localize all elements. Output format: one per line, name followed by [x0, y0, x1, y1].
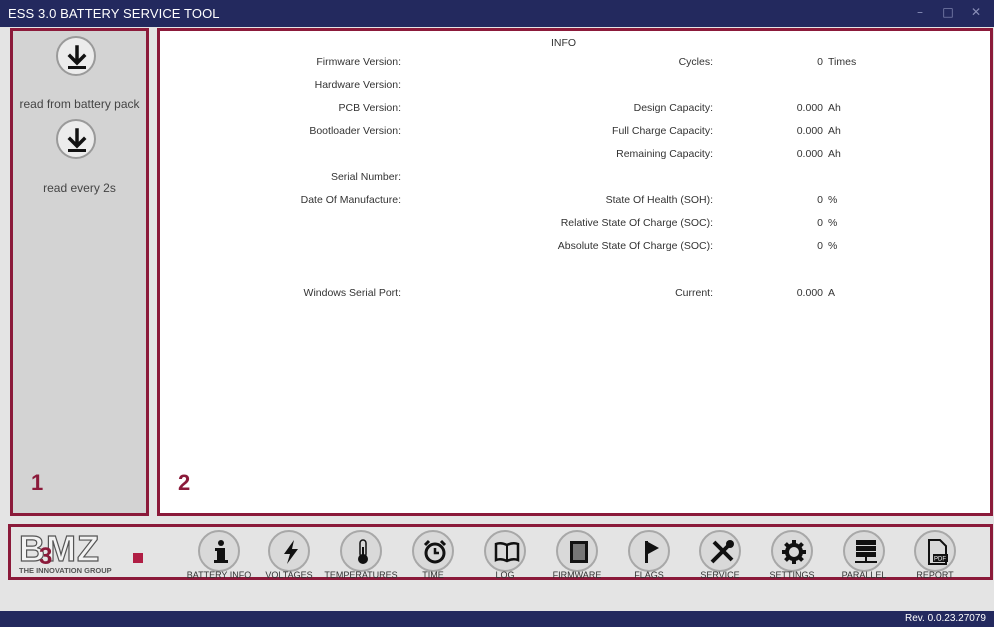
design-capacity-label: Design Capacity: [633, 102, 713, 114]
full-charge-capacity-unit: Ah [828, 125, 841, 137]
remaining-capacity-value: 0.000 [796, 148, 823, 160]
hardware-version-label: Hardware Version: [314, 79, 401, 91]
voltages-button[interactable]: VOLTAGES [254, 527, 324, 580]
window-title: ESS 3.0 BATTERY SERVICE TOOL [8, 6, 220, 21]
revision-text: Rev. 0.0.23.27079 [905, 613, 986, 624]
read-from-pack-button[interactable] [56, 36, 96, 76]
sidebar-panel: read from battery pack read every 2s 1 [10, 28, 149, 516]
flag-icon [645, 541, 659, 563]
relative-soc-value: 0 [817, 217, 823, 229]
current-value: 0.000 [796, 287, 823, 299]
absolute-soc-unit: % [828, 240, 838, 252]
bmz-logo: BMZ THE INNOVATION GROUP 3 [17, 527, 167, 575]
logo-tagline: THE INNOVATION GROUP [19, 566, 112, 575]
lightning-icon [284, 540, 298, 564]
logo-text: BMZ [19, 531, 100, 569]
tools-icon [710, 540, 734, 564]
download-icon [67, 45, 87, 69]
bootloader-version-label: Bootloader Version: [309, 125, 401, 137]
soh-label: State Of Health (SOH): [605, 194, 713, 206]
settings-button[interactable]: SETTINGS [757, 527, 827, 580]
cycles-unit: Times [828, 56, 857, 68]
current-label: Current: [675, 287, 713, 299]
soh-unit: % [828, 194, 838, 206]
firmware-button[interactable]: FIRMWARE [542, 527, 612, 580]
absolute-soc-label: Absolute State Of Charge (SOC): [557, 240, 713, 252]
service-button[interactable]: SERVICE [685, 527, 755, 580]
thermometer-icon [358, 539, 368, 564]
status-bar: Rev. 0.0.23.27079 [0, 611, 994, 627]
relative-soc-label: Relative State Of Charge (SOC): [560, 217, 713, 229]
parallel-button[interactable]: PARALLEL [829, 527, 899, 580]
flags-button[interactable]: FLAGS [614, 527, 684, 580]
date-of-manufacture-label: Date Of Manufacture: [300, 194, 401, 206]
section-marker-1: 1 [31, 470, 44, 495]
firmware-version-label: Firmware Version: [316, 56, 401, 68]
cycles-label: Cycles: [678, 56, 713, 68]
remaining-capacity-label: Remaining Capacity: [616, 148, 713, 160]
absolute-soc-value: 0 [817, 240, 823, 252]
read-every-2s-button[interactable] [56, 119, 96, 159]
minimize-button[interactable]: – [912, 5, 928, 19]
info-panel: INFO Firmware Version: Hardware Version:… [157, 28, 993, 516]
svg-text:PDF: PDF [934, 557, 946, 563]
pdf-icon: PDF [928, 539, 948, 565]
log-button[interactable]: LOG [470, 527, 540, 580]
close-button[interactable]: ✕ [968, 5, 984, 19]
server-icon [855, 540, 877, 563]
maximize-button[interactable]: □ [940, 5, 956, 19]
alarm-clock-icon [423, 539, 447, 564]
read-from-pack-label: read from battery pack [19, 97, 140, 111]
book-icon [494, 541, 520, 563]
design-capacity-value: 0.000 [796, 102, 823, 114]
read-every-2s-label: read every 2s [43, 181, 116, 195]
gear-icon [782, 540, 806, 564]
section-marker-2: 2 [178, 470, 191, 495]
relative-soc-unit: % [828, 217, 838, 229]
serial-number-label: Serial Number: [330, 171, 401, 183]
pcb-version-label: PCB Version: [338, 102, 401, 114]
title-bar: ESS 3.0 BATTERY SERVICE TOOL – □ ✕ [0, 0, 994, 27]
cycles-value: 0 [817, 56, 823, 68]
soh-value: 0 [817, 194, 823, 206]
chip-icon [570, 541, 588, 563]
bottom-toolbar: BMZ THE INNOVATION GROUP 3 BATTERY INFO … [8, 524, 993, 580]
temperatures-button[interactable]: TEMPERATURES [324, 527, 398, 580]
time-button[interactable]: TIME [398, 527, 468, 580]
report-button[interactable]: PDF REPORT [900, 527, 970, 580]
info-header: INFO [551, 37, 577, 49]
report-label: REPORT [916, 570, 954, 580]
panel-gap [150, 28, 157, 525]
remaining-capacity-unit: Ah [828, 148, 841, 160]
section-marker-3: 3 [39, 543, 53, 570]
full-charge-capacity-label: Full Charge Capacity: [612, 125, 713, 137]
info-icon [214, 540, 228, 563]
design-capacity-unit: Ah [828, 102, 841, 114]
current-unit: A [828, 287, 836, 299]
windows-serial-port-label: Windows Serial Port: [303, 287, 401, 299]
download-icon [67, 128, 87, 152]
full-charge-capacity-value: 0.000 [796, 125, 823, 137]
